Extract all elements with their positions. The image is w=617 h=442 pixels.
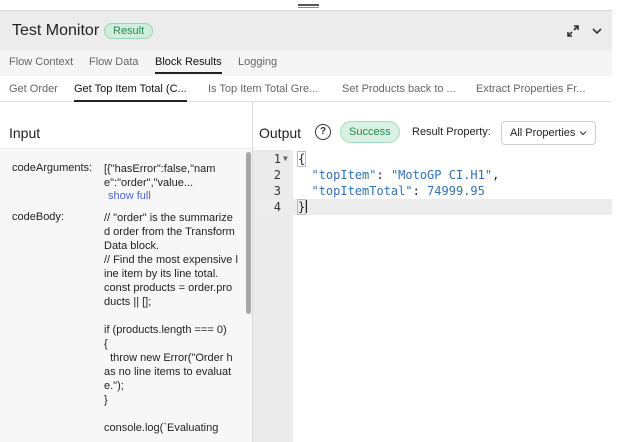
code-body-value: // "order" is the summarized order from … <box>104 212 238 434</box>
code-arguments-value: [{"hasError":false,"name":"order","value… <box>104 163 216 189</box>
block-subtabs: Get Order Get Top Item Total (C... Is To… <box>0 76 612 102</box>
json-sep: : <box>376 168 391 182</box>
code-body-label: codeBody: <box>12 211 64 223</box>
code-line: 3 "topItemTotal": 74999.95 <box>253 183 612 199</box>
chevron-down-icon <box>579 131 587 136</box>
top-strip <box>0 0 617 10</box>
status-badge: Success <box>340 121 400 143</box>
subtab-get-order[interactable]: Get Order <box>9 83 58 95</box>
json-sep: : <box>412 184 428 198</box>
code-line-active: 4 } <box>253 199 612 215</box>
open-brace: { <box>297 151 307 167</box>
line-number: 3 <box>273 184 281 198</box>
code-text: } <box>297 199 308 215</box>
result-property-select[interactable]: All Properties <box>501 121 596 145</box>
show-full-link[interactable]: show full <box>108 190 151 202</box>
main-tabs: Flow Context Flow Data Block Results Log… <box>0 50 612 76</box>
input-divider <box>0 148 252 149</box>
tab-flow-data[interactable]: Flow Data <box>89 56 139 68</box>
json-number: 74999.95 <box>427 184 485 198</box>
json-key: "topItemTotal" <box>311 184 413 198</box>
input-scrollbar[interactable] <box>246 152 251 314</box>
line-number: 1 <box>273 152 281 166</box>
code-line: 1 ▼ { <box>253 151 612 167</box>
drag-handle-icon[interactable] <box>298 4 319 8</box>
subtab-set-products[interactable]: Set Products back to ... <box>342 83 456 95</box>
output-panel: Output ? Success Result Property: All Pr… <box>253 102 612 442</box>
line-number: 4 <box>273 200 281 214</box>
panel-title: Test Monitor <box>12 22 100 39</box>
text-cursor <box>306 200 308 213</box>
subtab-is-top-item-total[interactable]: Is Top Item Total Gre... <box>208 83 318 95</box>
question-circle-icon[interactable]: ? <box>315 124 331 140</box>
input-scroll-area[interactable]: codeArguments: [{"hasError":false,"name"… <box>0 150 252 442</box>
fold-arrow-icon[interactable]: ▼ <box>283 151 288 167</box>
tab-flow-context[interactable]: Flow Context <box>9 56 73 68</box>
expand-icon[interactable] <box>566 24 580 38</box>
tab-block-results[interactable]: Block Results <box>155 56 222 74</box>
result-property-value: All Properties <box>510 127 576 139</box>
json-comma: , <box>492 168 500 182</box>
collapse-chevron-icon[interactable] <box>590 24 604 38</box>
json-string: "MotoGP CI.H1" <box>390 168 493 182</box>
result-badge: Result <box>104 23 154 39</box>
code-arguments-label: codeArguments: <box>12 162 93 174</box>
result-property-label: Result Property: <box>412 126 491 138</box>
code-text: "topItem": "MotoGP CI.H1", <box>297 167 499 183</box>
json-key: "topItem" <box>311 168 377 182</box>
json-editor[interactable]: 1 ▼ { 2 "topItem": "MotoGP CI.H1", 3 "to… <box>253 150 612 442</box>
line-number: 2 <box>273 168 281 182</box>
code-text: "topItemTotal": 74999.95 <box>297 183 485 199</box>
subtab-extract-properties[interactable]: Extract Properties Fr... <box>476 83 585 95</box>
tab-logging[interactable]: Logging <box>238 56 277 68</box>
subtab-get-top-item-total[interactable]: Get Top Item Total (C... <box>74 83 187 102</box>
close-brace: } <box>297 199 307 215</box>
panel-header: Test Monitor Result <box>0 10 612 50</box>
code-text: { <box>297 151 307 167</box>
input-panel: Input codeArguments: [{"hasError":false,… <box>0 102 252 442</box>
code-line: 2 "topItem": "MotoGP CI.H1", <box>253 167 612 183</box>
